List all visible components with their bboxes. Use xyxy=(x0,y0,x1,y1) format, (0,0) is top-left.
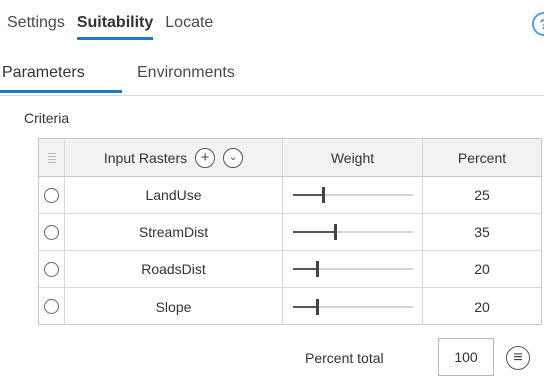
table-row[interactable]: RoadsDist 20 xyxy=(39,251,541,288)
add-raster-icon[interactable]: + xyxy=(195,147,216,168)
percent-total-field[interactable]: 100 xyxy=(438,338,494,376)
raster-name: StreamDist xyxy=(65,214,283,250)
grip-icon xyxy=(47,152,56,163)
tab-locate[interactable]: Locate xyxy=(163,10,215,36)
table-row[interactable]: StreamDist 35 xyxy=(39,214,541,251)
row-radio[interactable] xyxy=(44,261,59,277)
raster-percent[interactable]: 35 xyxy=(423,214,541,250)
criteria-label: Criteria xyxy=(24,110,70,126)
weight-slider[interactable] xyxy=(292,223,413,241)
raster-name: Slope xyxy=(65,288,283,325)
help-icon[interactable]: ? xyxy=(532,12,544,36)
table-row[interactable]: Slope 20 xyxy=(39,288,541,325)
percent-header: Percent xyxy=(457,149,507,166)
tab-parameters[interactable]: Parameters xyxy=(2,64,85,82)
slider-thumb[interactable] xyxy=(321,187,325,203)
tab-settings[interactable]: Settings xyxy=(5,10,67,36)
raster-percent[interactable]: 20 xyxy=(423,288,541,325)
sub-tabs: Parameters Environments xyxy=(0,58,544,98)
input-rasters-label: Input Rasters xyxy=(103,149,188,166)
chevron-down-icon[interactable]: ⌄ xyxy=(223,147,244,168)
percent-total-label: Percent total xyxy=(305,350,384,366)
slider-thumb[interactable] xyxy=(315,261,319,277)
raster-name: RoadsDist xyxy=(65,251,283,287)
slider-thumb[interactable] xyxy=(315,298,319,315)
select-column-header xyxy=(39,139,65,176)
divider xyxy=(0,95,544,96)
row-radio[interactable] xyxy=(44,187,59,203)
weight-header: Weight xyxy=(283,139,423,176)
table-header: Input Rasters + ⌄ Weight Percent xyxy=(39,139,541,177)
criteria-table: Input Rasters + ⌄ Weight Percent LandUse… xyxy=(38,138,542,325)
raster-percent[interactable]: 25 xyxy=(423,177,541,213)
weight-slider[interactable] xyxy=(292,298,413,316)
input-rasters-header: Input Rasters + ⌄ xyxy=(65,139,283,176)
active-tab-indicator xyxy=(0,90,122,93)
top-tabs: Settings Suitability Locate xyxy=(5,8,223,40)
table-row[interactable]: LandUse 25 xyxy=(39,177,541,214)
raster-percent[interactable]: 20 xyxy=(423,251,541,287)
tab-environments[interactable]: Environments xyxy=(137,64,235,82)
row-radio[interactable] xyxy=(44,299,59,314)
slider-thumb[interactable] xyxy=(333,224,337,240)
raster-name: LandUse xyxy=(65,177,283,213)
row-radio[interactable] xyxy=(44,224,59,240)
weight-slider[interactable] xyxy=(292,260,413,278)
tab-suitability[interactable]: Suitability xyxy=(75,10,155,40)
balance-weights-icon[interactable]: ≡ xyxy=(506,346,530,370)
weight-slider[interactable] xyxy=(292,186,413,204)
